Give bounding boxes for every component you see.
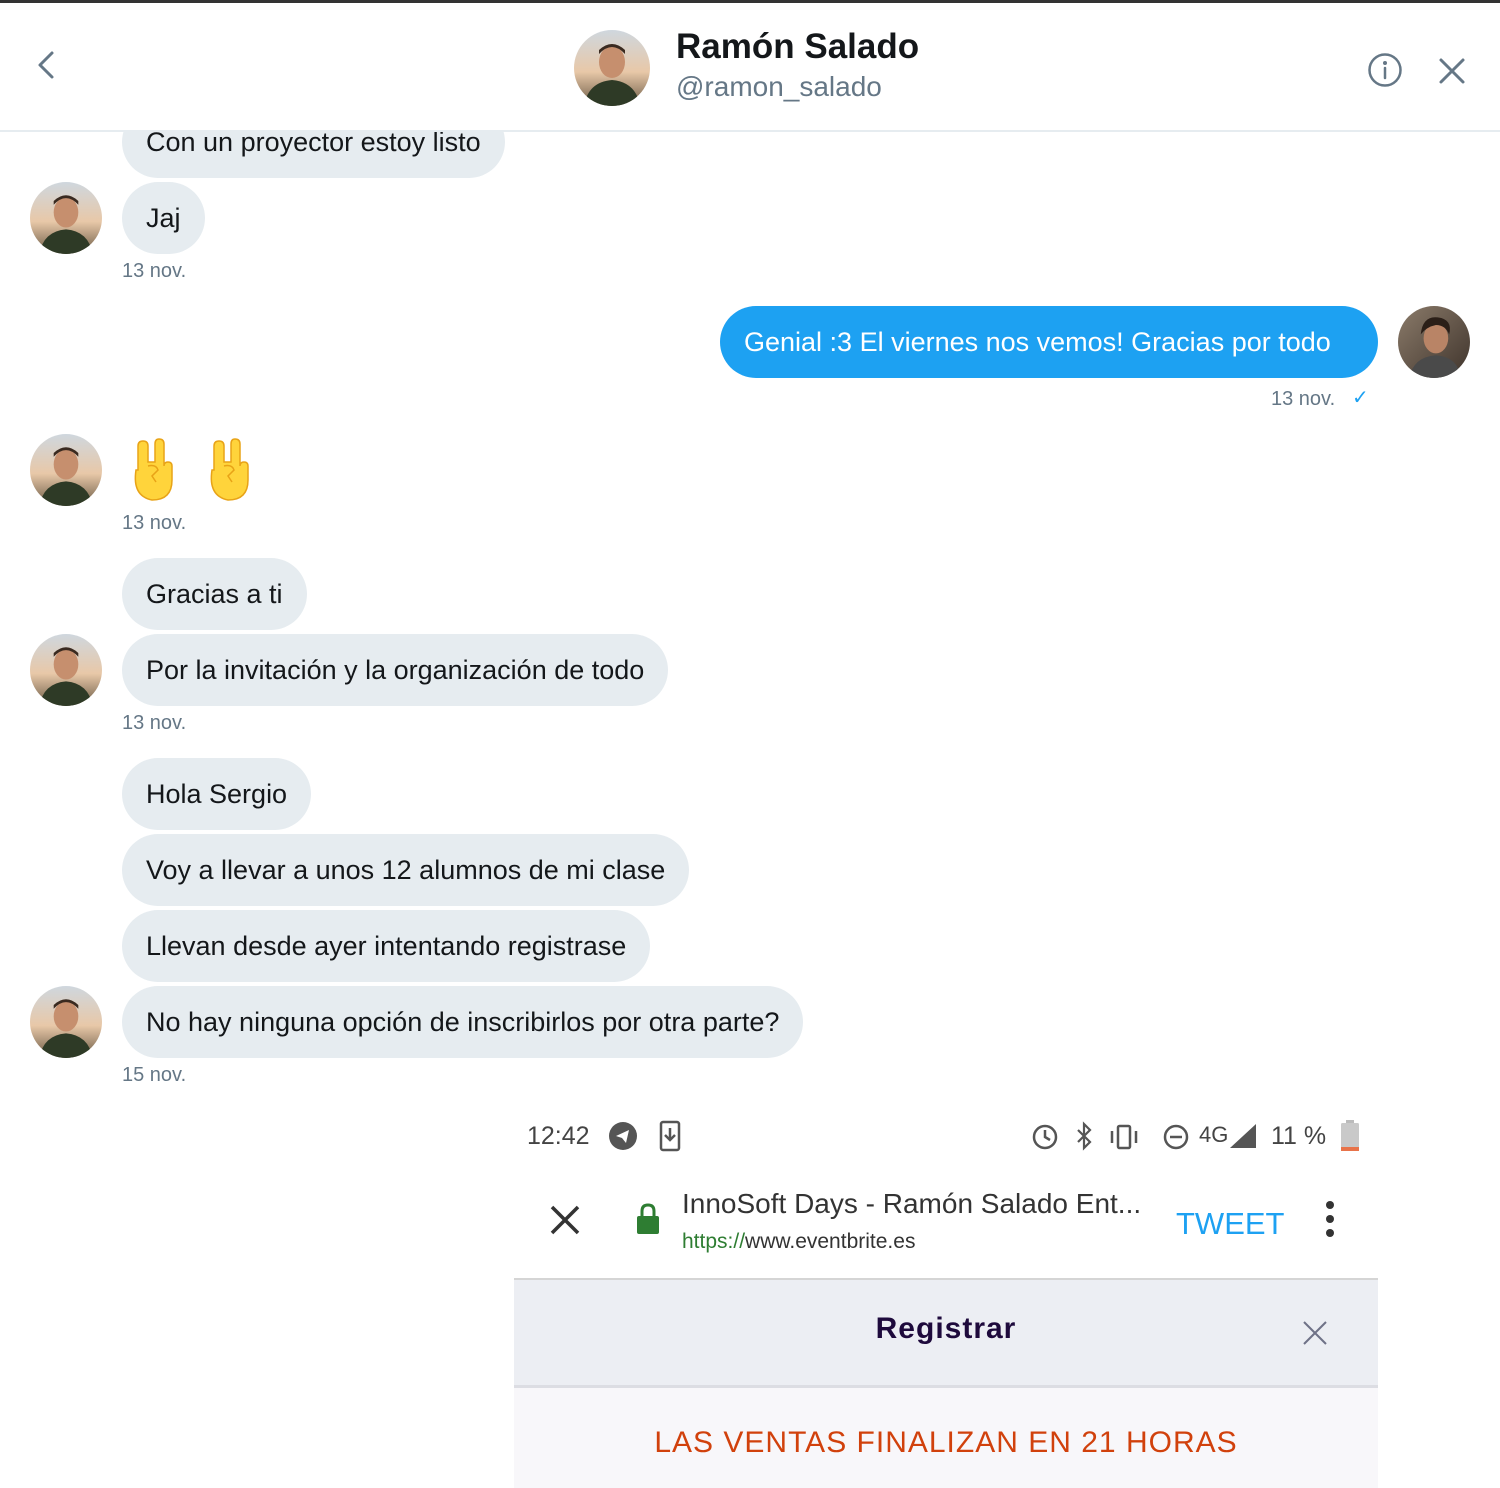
chevron-left-icon <box>38 51 54 79</box>
my-avatar[interactable] <box>1398 306 1470 378</box>
register-title: Registrar <box>875 1312 1017 1345</box>
message-timestamp: 13 nov. <box>122 260 187 282</box>
contact-avatar[interactable] <box>30 434 102 506</box>
read-receipt-icon: ✓ <box>1352 387 1369 409</box>
register-modal-header: Registrar <box>514 1280 1378 1388</box>
close-icon <box>550 1205 580 1235</box>
message-bubble[interactable]: Con un proyector estoy listo <box>122 132 505 178</box>
message-timestamp: 15 nov. <box>122 1064 187 1086</box>
conversation-info-button[interactable] <box>1366 51 1404 89</box>
close-conversation-button[interactable] <box>1434 53 1470 89</box>
message-bubble[interactable]: Hola Sergio <box>122 758 312 830</box>
sign-of-the-horns-emoji <box>202 436 258 502</box>
status-icons <box>1032 1121 1189 1151</box>
message-timestamp: 13 nov. <box>1271 388 1336 410</box>
message-bubble[interactable]: Gracias a ti <box>122 558 307 630</box>
message-bubble[interactable]: Voy a llevar a unos 12 alumnos de mi cla… <box>122 834 690 906</box>
vibrate-icon <box>1110 1124 1138 1150</box>
more-vertical-icon <box>1326 1201 1334 1237</box>
sales-banner: LAS VENTAS FINALIZAN EN 21 HORAS <box>514 1388 1378 1488</box>
lock-icon <box>637 1203 659 1234</box>
message-bubble-outgoing[interactable]: Genial :3 El viernes nos vemos! Gracias … <box>720 306 1378 378</box>
overflow-menu-button[interactable] <box>1318 1200 1342 1240</box>
message-bubble[interactable]: Llevan desde ayer intentando registrase <box>122 910 651 982</box>
message-bubble[interactable]: No hay ninguna opción de inscribirlos po… <box>122 986 804 1058</box>
contact-name: Ramón Salado <box>676 27 920 66</box>
alarm-icon <box>1032 1124 1058 1150</box>
close-icon <box>1439 58 1465 84</box>
page-url: https://www.eventbrite.es <box>682 1230 915 1254</box>
url-scheme: https:// <box>682 1230 746 1253</box>
signal-icon <box>1230 1124 1256 1148</box>
telegram-icon <box>609 1122 637 1150</box>
contact-avatar[interactable] <box>30 986 102 1058</box>
conversation-header: Ramón Salado @ramon_salado <box>0 3 1500 132</box>
battery-icon <box>1341 1120 1359 1151</box>
browser-url-bar: InnoSoft Days - Ramón Salado Ent... http… <box>514 1170 1378 1281</box>
network-type: 4G <box>1199 1122 1229 1147</box>
contact-handle: @ramon_salado <box>676 71 882 102</box>
message-timestamp: 13 nov. <box>122 512 187 534</box>
battery-level: 11 % <box>1271 1122 1327 1150</box>
phone-status-bar: 12:42 4G 11 % <box>514 1100 1378 1170</box>
message-bubble[interactable]: Por la invitación y la organización de t… <box>122 634 669 706</box>
close-tab-button[interactable] <box>548 1203 582 1237</box>
bluetooth-icon <box>1077 1121 1092 1151</box>
close-icon <box>1303 1321 1327 1345</box>
contact-avatar[interactable] <box>30 634 102 706</box>
do-not-disturb-icon <box>1163 1124 1189 1150</box>
page-title: InnoSoft Days - Ramón Salado Ent... <box>682 1188 1142 1219</box>
contact-avatar[interactable] <box>30 182 102 254</box>
status-time: 12:42 <box>527 1122 590 1150</box>
sales-deadline-text: LAS VENTAS FINALIZAN EN 21 HORAS <box>654 1426 1238 1459</box>
sign-of-the-horns-emoji <box>126 436 182 502</box>
close-register-button[interactable] <box>1300 1318 1330 1348</box>
tweet-button[interactable]: TWEET <box>1176 1206 1285 1242</box>
contact-avatar[interactable] <box>574 30 650 106</box>
message-bubble[interactable]: Jaj <box>122 182 205 254</box>
info-icon <box>1368 53 1402 87</box>
attached-screenshot[interactable]: 12:42 4G 11 % InnoSoft Days - Ramón Sala… <box>514 1100 1378 1488</box>
back-button[interactable] <box>30 43 66 87</box>
message-timestamp: 13 nov. <box>122 712 187 734</box>
url-host: www.eventbrite.es <box>745 1230 916 1253</box>
download-icon <box>659 1120 681 1152</box>
